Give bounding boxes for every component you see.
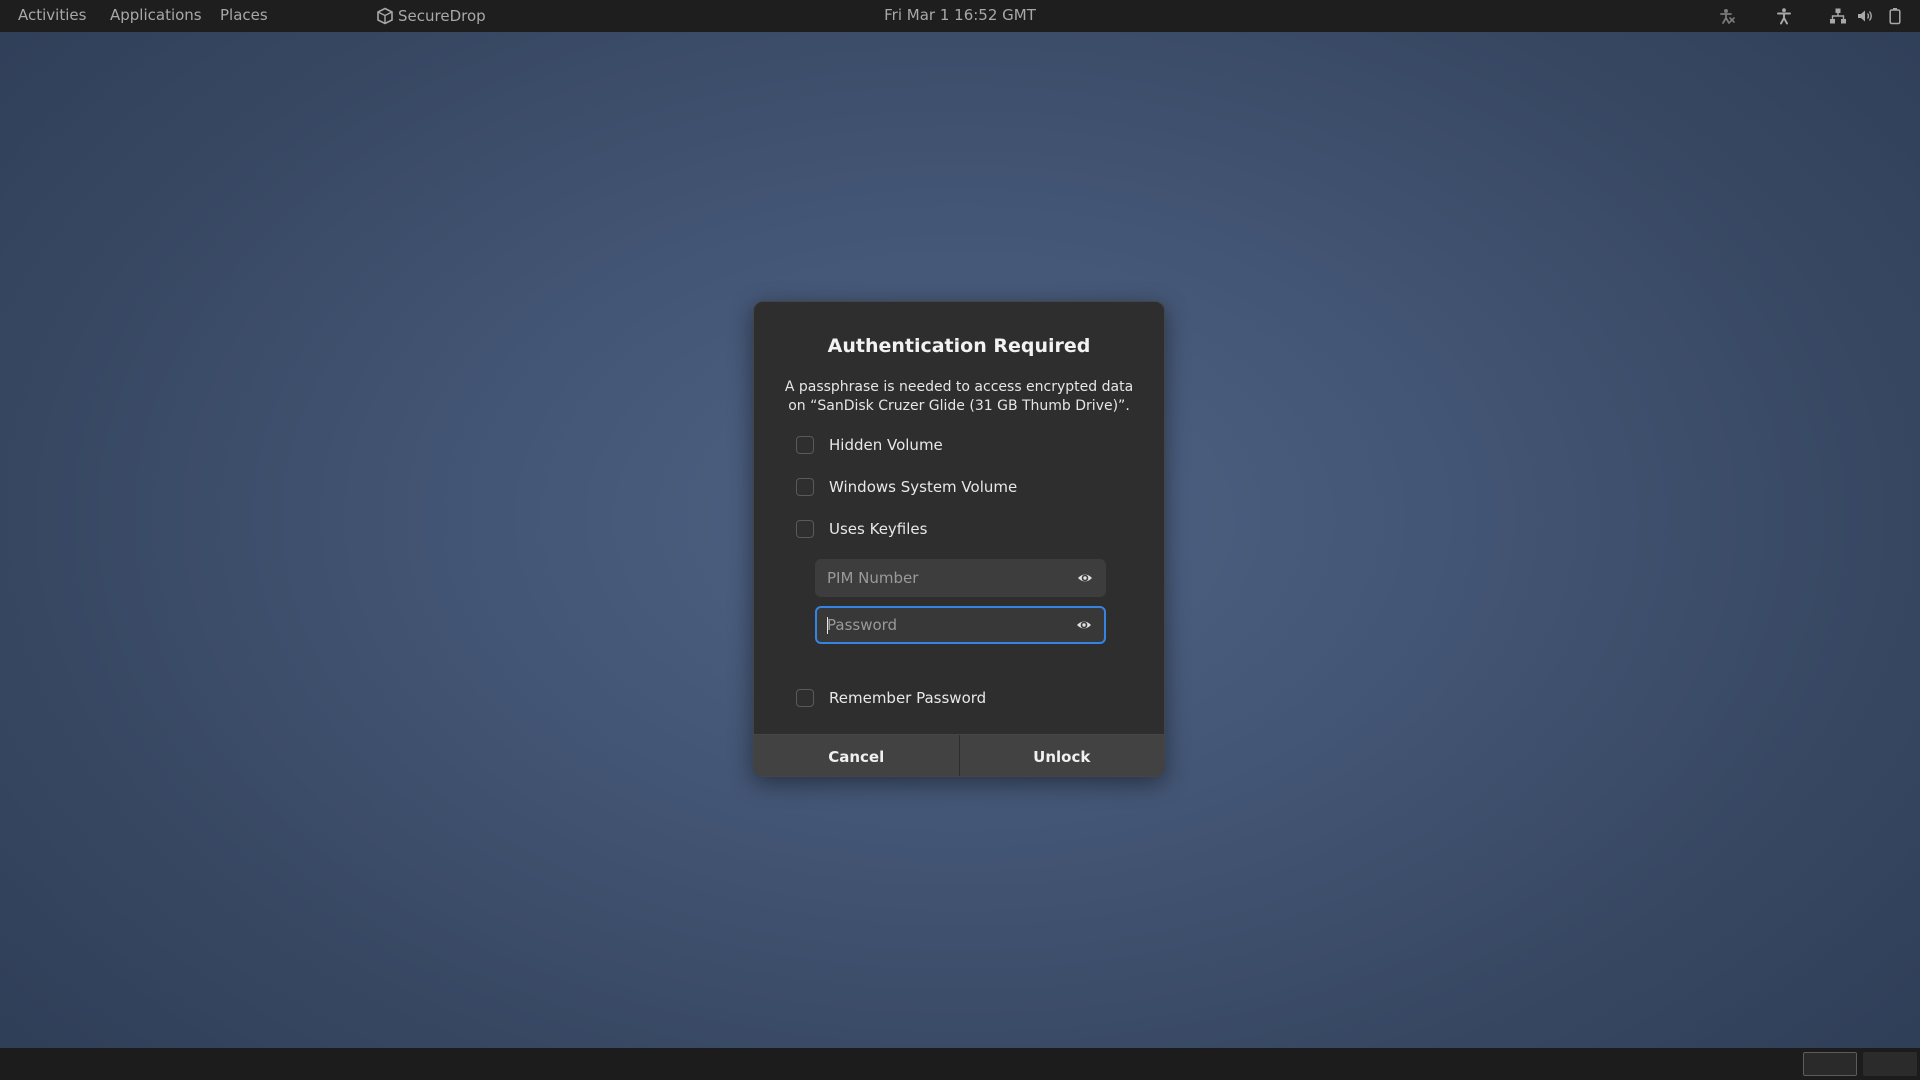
- workspace-1-button[interactable]: [1803, 1052, 1857, 1076]
- hidden-volume-checkbox[interactable]: Hidden Volume: [796, 434, 943, 456]
- uses-keyfiles-checkbox[interactable]: Uses Keyfiles: [796, 518, 927, 540]
- bottom-bar: [0, 1048, 1920, 1080]
- password-input[interactable]: [817, 608, 1068, 642]
- volume-icon[interactable]: [1856, 0, 1874, 32]
- accessibility-icon[interactable]: [1775, 0, 1793, 32]
- app-name: SecureDrop: [398, 6, 486, 25]
- battery-icon[interactable]: [1888, 0, 1902, 32]
- top-bar: Activities Applications Places SecureDro…: [0, 0, 1920, 32]
- dialog-title: Authentication Required: [827, 335, 1091, 357]
- text-caret: [827, 617, 828, 634]
- app-menu[interactable]: SecureDrop: [376, 0, 486, 32]
- checkbox-box[interactable]: [796, 689, 814, 707]
- cancel-button[interactable]: Cancel: [754, 735, 960, 776]
- checkbox-label: Uses Keyfiles: [829, 520, 928, 538]
- applications-menu[interactable]: Applications: [110, 0, 202, 32]
- password-field[interactable]: [815, 606, 1106, 644]
- checkbox-box[interactable]: [796, 478, 814, 496]
- eye-icon[interactable]: [1069, 570, 1101, 586]
- network-icon[interactable]: [1829, 0, 1847, 32]
- securedrop-icon: [376, 7, 394, 25]
- checkbox-label: Windows System Volume: [829, 478, 1018, 496]
- authentication-dialog: Authentication Required A passphrase is …: [753, 301, 1165, 777]
- description-line-1: A passphrase is needed to access encrypt…: [784, 379, 1134, 395]
- unlock-button[interactable]: Unlock: [959, 735, 1164, 776]
- windows-system-volume-checkbox[interactable]: Windows System Volume: [796, 476, 1017, 498]
- checkbox-label: Hidden Volume: [829, 436, 943, 454]
- activities-button[interactable]: Activities: [18, 0, 86, 32]
- dialog-actions: Cancel Unlock: [754, 734, 1164, 776]
- checkbox-box[interactable]: [796, 520, 814, 538]
- places-menu[interactable]: Places: [220, 0, 268, 32]
- workspace-2-button[interactable]: [1863, 1052, 1917, 1076]
- accessibility-extra-icon[interactable]: [1718, 0, 1736, 32]
- pim-number-input[interactable]: [816, 560, 1069, 596]
- clock-container: Fri Mar 1 16:52 GMT: [0, 0, 1920, 32]
- remember-password-checkbox[interactable]: Remember Password: [796, 687, 986, 709]
- checkbox-label: Remember Password: [829, 689, 987, 707]
- clock[interactable]: Fri Mar 1 16:52 GMT: [884, 6, 1036, 24]
- checkbox-box[interactable]: [796, 436, 814, 454]
- eye-icon[interactable]: [1068, 617, 1100, 633]
- dialog-description: A passphrase is needed to access encrypt…: [784, 378, 1134, 416]
- pim-number-field[interactable]: [815, 559, 1106, 597]
- description-line-2: on “SanDisk Cruzer Glide (31 GB Thumb Dr…: [788, 398, 1130, 414]
